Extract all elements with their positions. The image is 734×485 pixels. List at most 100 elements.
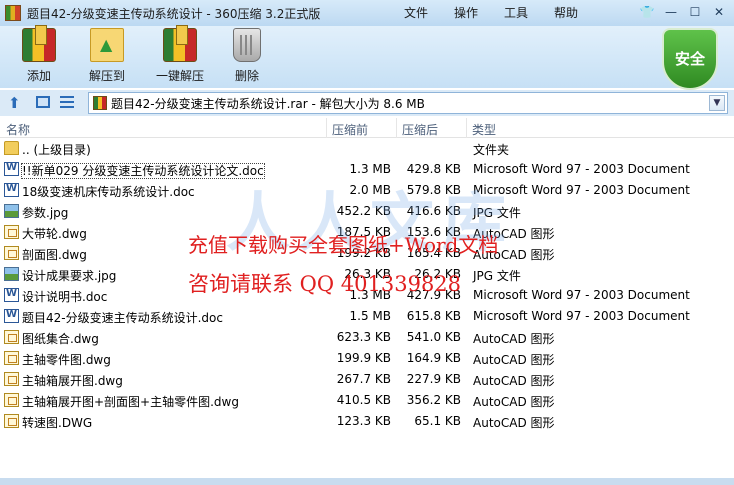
doc-icon bbox=[4, 309, 19, 323]
file-packed-size: 429.8 KB bbox=[406, 162, 461, 176]
table-row[interactable]: 参数.jpg 452.2 KB 416.6 KB JPG 文件 bbox=[0, 201, 734, 222]
table-row[interactable]: 主轴箱展开图.dwg 267.7 KB 227.9 KB AutoCAD 图形 bbox=[0, 369, 734, 390]
column-divider[interactable] bbox=[326, 118, 327, 138]
dwg-icon bbox=[4, 225, 19, 239]
file-type: AutoCAD 图形 bbox=[473, 416, 555, 430]
file-type: JPG 文件 bbox=[473, 206, 521, 220]
file-packed-size: 579.8 KB bbox=[406, 183, 461, 197]
file-packed-size: 541.0 KB bbox=[406, 330, 461, 344]
file-type: JPG 文件 bbox=[473, 269, 521, 283]
column-divider[interactable] bbox=[466, 118, 467, 138]
close-button[interactable]: ✕ bbox=[708, 3, 730, 21]
security-shield-button[interactable]: 安全 bbox=[662, 28, 718, 90]
table-row[interactable]: .. (上级目录) 文件夹 bbox=[0, 138, 734, 159]
window-title: 题目42-分级变速主传动系统设计 - 360压缩 3.2正式版 bbox=[27, 6, 321, 21]
add-label: 添加 bbox=[26, 69, 51, 83]
watermark-text-line2: 咨询请联系 QQ 401339828 bbox=[188, 272, 462, 296]
col-size[interactable]: 压缩前 bbox=[332, 121, 368, 138]
menu-operate[interactable]: 操作 bbox=[454, 4, 504, 21]
file-size: 1.5 MB bbox=[349, 309, 391, 323]
col-name[interactable]: 名称 bbox=[6, 121, 30, 138]
file-name: 主轴箱展开图.dwg bbox=[22, 374, 123, 388]
extract-label: 解压到 bbox=[88, 69, 125, 83]
table-row[interactable]: 图纸集合.dwg 623.3 KB 541.0 KB AutoCAD 图形 bbox=[0, 327, 734, 348]
dwg-icon bbox=[4, 372, 19, 386]
list-view-icon[interactable] bbox=[60, 96, 74, 108]
jpg-icon bbox=[4, 204, 19, 218]
file-type: Microsoft Word 97 - 2003 Document bbox=[473, 162, 690, 176]
dwg-icon bbox=[4, 414, 19, 428]
file-name: 大带轮.dwg bbox=[22, 227, 87, 241]
file-name: 18级变速机床传动系统设计.doc bbox=[22, 185, 195, 199]
table-row[interactable]: 主轴箱展开图+剖面图+主轴零件图.dwg 410.5 KB 356.2 KB A… bbox=[0, 390, 734, 411]
file-size: 452.2 KB bbox=[336, 204, 391, 218]
trash-icon bbox=[233, 28, 261, 62]
table-row[interactable]: 18级变速机床传动系统设计.doc 2.0 MB 579.8 KB Micros… bbox=[0, 180, 734, 201]
file-packed-size: 416.6 KB bbox=[406, 204, 461, 218]
one-click-extract-button[interactable]: 一键解压 bbox=[150, 25, 210, 84]
file-name: 主轴箱展开图+剖面图+主轴零件图.dwg bbox=[22, 395, 239, 409]
table-row[interactable]: !!新单029 分级变速主传动系统设计论文.doc 1.3 MB 429.8 K… bbox=[0, 159, 734, 180]
address-path: 题目42-分级变速主传动系统设计.rar - 解包大小为 8.6 MB bbox=[111, 96, 425, 111]
file-name: .. (上级目录) bbox=[22, 143, 91, 157]
menu-help[interactable]: 帮助 bbox=[554, 4, 604, 21]
title-bar: 题目42-分级变速主传动系统设计 - 360压缩 3.2正式版 bbox=[0, 0, 734, 26]
delete-button[interactable]: 删除 bbox=[228, 28, 266, 84]
delete-label: 删除 bbox=[234, 69, 259, 83]
chevron-down-icon[interactable]: ▼ bbox=[709, 95, 725, 111]
column-divider[interactable] bbox=[396, 118, 397, 138]
archive-icon bbox=[93, 96, 107, 110]
dwg-icon bbox=[4, 246, 19, 260]
file-size: 267.7 KB bbox=[336, 372, 391, 386]
up-arrow-icon[interactable]: ⬆ bbox=[8, 94, 21, 112]
minimize-button[interactable]: — bbox=[660, 3, 682, 21]
app-icon bbox=[5, 5, 21, 21]
address-field[interactable]: 题目42-分级变速主传动系统设计.rar - 解包大小为 8.6 MB ▼ bbox=[88, 92, 728, 114]
col-packed[interactable]: 压缩后 bbox=[402, 121, 438, 138]
file-size: 410.5 KB bbox=[336, 393, 391, 407]
menu-tools[interactable]: 工具 bbox=[504, 4, 554, 21]
file-type: AutoCAD 图形 bbox=[473, 395, 555, 409]
extract-to-button[interactable]: 解压到 bbox=[84, 28, 130, 84]
address-bar: ⬆ 题目42-分级变速主传动系统设计.rar - 解包大小为 8.6 MB ▼ bbox=[0, 90, 734, 116]
file-type: Microsoft Word 97 - 2003 Document bbox=[473, 183, 690, 197]
file-name: 设计说明书.doc bbox=[22, 290, 108, 304]
file-name-text: !!新单029 分级变速主传动系统设计论文.doc bbox=[21, 163, 265, 179]
file-size: 623.3 KB bbox=[336, 330, 391, 344]
file-name: 设计成果要求.jpg bbox=[22, 269, 117, 283]
file-size: 2.0 MB bbox=[349, 183, 391, 197]
dwg-icon bbox=[4, 393, 19, 407]
jpg-icon bbox=[4, 267, 19, 281]
dwg-icon bbox=[4, 351, 19, 365]
menu-bar: 文件 操作 工具 帮助 bbox=[404, 4, 604, 21]
icon-view-icon[interactable] bbox=[36, 96, 50, 108]
file-type: Microsoft Word 97 - 2003 Document bbox=[473, 309, 690, 323]
file-name: 剖面图.dwg bbox=[22, 248, 87, 262]
col-type[interactable]: 类型 bbox=[472, 121, 496, 138]
add-button[interactable]: 添加 bbox=[20, 25, 58, 84]
doc-icon bbox=[4, 162, 19, 176]
menu-file[interactable]: 文件 bbox=[404, 4, 454, 21]
doc-icon bbox=[4, 288, 19, 302]
window-bottom-border bbox=[0, 478, 734, 485]
file-size: 1.3 MB bbox=[349, 162, 391, 176]
shirt-icon[interactable]: 👕 bbox=[636, 3, 658, 21]
file-type: 文件夹 bbox=[473, 143, 510, 157]
file-size: 199.9 KB bbox=[336, 351, 391, 365]
doc-icon bbox=[4, 183, 19, 197]
file-packed-size: 227.9 KB bbox=[406, 372, 461, 386]
table-row[interactable]: 题目42-分级变速主传动系统设计.doc 1.5 MB 615.8 KB Mic… bbox=[0, 306, 734, 327]
table-row[interactable]: 转速图.DWG 123.3 KB 65.1 KB AutoCAD 图形 bbox=[0, 411, 734, 432]
table-row[interactable]: 主轴零件图.dwg 199.9 KB 164.9 KB AutoCAD 图形 bbox=[0, 348, 734, 369]
archive-add-icon bbox=[22, 25, 56, 62]
file-packed-size: 65.1 KB bbox=[414, 414, 461, 428]
one-click-extract-label: 一键解压 bbox=[155, 69, 204, 83]
column-header: 名称 压缩前 压缩后 类型 bbox=[0, 118, 734, 138]
file-packed-size: 164.9 KB bbox=[406, 351, 461, 365]
file-name: !!新单029 分级变速主传动系统设计论文.doc bbox=[21, 162, 265, 179]
maximize-button[interactable]: ☐ bbox=[684, 3, 706, 21]
toolbar: 添加 解压到 一键解压 删除 bbox=[0, 25, 734, 88]
file-type: AutoCAD 图形 bbox=[473, 332, 555, 346]
file-packed-size: 356.2 KB bbox=[406, 393, 461, 407]
dwg-icon bbox=[4, 330, 19, 344]
